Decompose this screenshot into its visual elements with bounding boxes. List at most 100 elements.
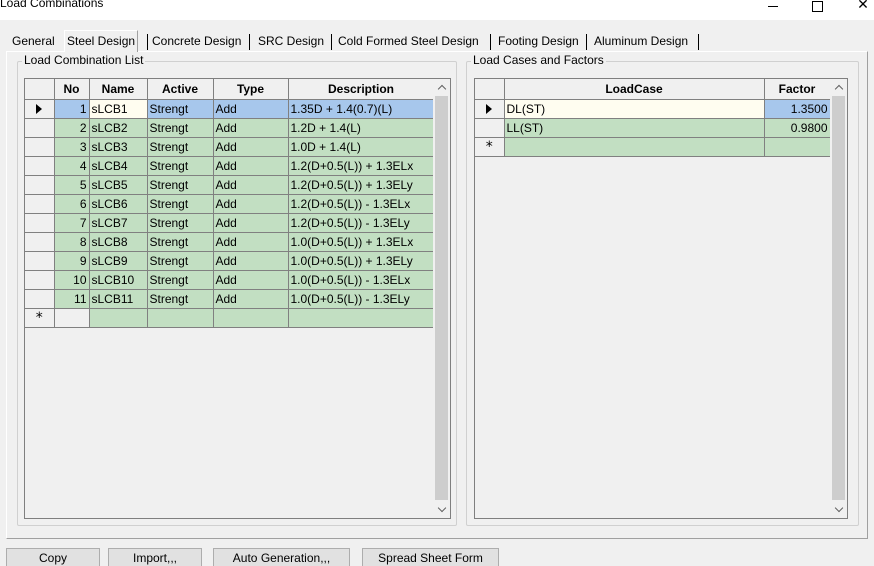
row-header[interactable] bbox=[475, 118, 505, 138]
row-header[interactable]: * bbox=[475, 137, 505, 157]
cell-type[interactable]: Add bbox=[213, 232, 289, 252]
table-row[interactable]: 11 sLCB11 Strengt Add 1.0(D+0.5(L)) - 1.3ELy bbox=[25, 289, 435, 309]
cell-type[interactable]: Add bbox=[213, 175, 289, 195]
tab-footing-design[interactable]: Footing Design bbox=[496, 32, 581, 52]
cell-type[interactable]: Add bbox=[213, 251, 289, 271]
tab-steel-design[interactable]: Steel Design bbox=[64, 30, 139, 52]
cell-no[interactable]: 5 bbox=[54, 175, 90, 195]
table-row[interactable]: 4 sLCB4 Strengt Add 1.2(D+0.5(L)) + 1.3ELx bbox=[25, 156, 435, 176]
table-row[interactable]: 8 sLCB8 Strengt Add 1.0(D+0.5(L)) + 1.3ELx bbox=[25, 232, 435, 252]
cell-active[interactable]: Strengt bbox=[147, 232, 214, 252]
copy-button[interactable]: Copy bbox=[6, 548, 100, 566]
tab-general[interactable]: General bbox=[10, 32, 57, 52]
row-header[interactable] bbox=[25, 289, 55, 309]
row-header[interactable] bbox=[25, 175, 55, 195]
empty-cell[interactable] bbox=[504, 137, 765, 157]
row-header[interactable]: * bbox=[25, 308, 55, 328]
cell-active[interactable]: Strengt bbox=[147, 213, 214, 233]
cell-no[interactable]: 6 bbox=[54, 194, 90, 214]
cell-type[interactable]: Add bbox=[213, 118, 289, 138]
cell-description[interactable]: 1.0(D+0.5(L)) + 1.3ELy bbox=[288, 251, 435, 271]
table-row[interactable]: 3 sLCB3 Strengt Add 1.0D + 1.4(L) bbox=[25, 137, 435, 157]
cell-no[interactable]: 7 bbox=[54, 213, 90, 233]
cell-no[interactable]: 10 bbox=[54, 270, 90, 290]
new-row[interactable]: * bbox=[25, 308, 435, 328]
row-header[interactable] bbox=[25, 251, 55, 271]
cell-loadcase[interactable]: LL(ST) bbox=[504, 118, 765, 138]
cell-active[interactable]: Strengt bbox=[147, 118, 214, 138]
cell-no[interactable]: 1 bbox=[54, 99, 90, 119]
close-icon[interactable]: ✕ bbox=[848, 0, 874, 14]
row-header[interactable] bbox=[475, 99, 505, 119]
row-header[interactable] bbox=[25, 156, 55, 176]
scroll-thumb[interactable] bbox=[832, 96, 845, 500]
cell-description[interactable]: 1.2(D+0.5(L)) + 1.3ELy bbox=[288, 175, 435, 195]
cell-description[interactable]: 1.0(D+0.5(L)) - 1.3ELy bbox=[288, 289, 435, 309]
table-row[interactable]: DL(ST) 1.3500 bbox=[475, 99, 831, 119]
cell-active[interactable]: Strengt bbox=[147, 99, 214, 119]
cell-factor[interactable]: 0.9800 bbox=[764, 118, 831, 138]
cell-name[interactable]: sLCB4 bbox=[89, 156, 148, 176]
cell-active[interactable]: Strengt bbox=[147, 194, 214, 214]
column-header-description[interactable]: Description bbox=[288, 79, 435, 100]
new-row[interactable]: * bbox=[475, 137, 831, 157]
table-row[interactable]: 7 sLCB7 Strengt Add 1.2(D+0.5(L)) - 1.3ELy bbox=[25, 213, 435, 233]
table-row[interactable]: 10 sLCB10 Strengt Add 1.0(D+0.5(L)) - 1.3ELx bbox=[25, 270, 435, 290]
row-header[interactable] bbox=[25, 118, 55, 138]
cell-type[interactable]: Add bbox=[213, 156, 289, 176]
auto-generation-button[interactable]: Auto Generation,,, bbox=[213, 548, 350, 566]
row-header[interactable] bbox=[25, 232, 55, 252]
cell-type[interactable]: Add bbox=[213, 270, 289, 290]
empty-cell[interactable] bbox=[288, 308, 435, 328]
cell-no[interactable]: 9 bbox=[54, 251, 90, 271]
table-row[interactable]: LL(ST) 0.9800 bbox=[475, 118, 831, 138]
cell-name[interactable]: sLCB2 bbox=[89, 118, 148, 138]
column-header-active[interactable]: Active bbox=[147, 79, 214, 100]
tab-src-design[interactable]: SRC Design bbox=[256, 32, 326, 52]
cell-active[interactable]: Strengt bbox=[147, 289, 214, 309]
tab-cold-formed-steel-design[interactable]: Cold Formed Steel Design bbox=[336, 32, 481, 52]
table-row[interactable]: 1 sLCB1 Strengt Add 1.35D + 1.4(0.7)(L) bbox=[25, 99, 435, 119]
load-cases-scrollbar[interactable] bbox=[830, 79, 847, 518]
cell-name[interactable]: sLCB10 bbox=[89, 270, 148, 290]
cell-description[interactable]: 1.0(D+0.5(L)) + 1.3ELx bbox=[288, 232, 435, 252]
cell-no[interactable]: 8 bbox=[54, 232, 90, 252]
row-header[interactable] bbox=[25, 194, 55, 214]
cell-type[interactable]: Add bbox=[213, 99, 289, 119]
column-header-name[interactable]: Name bbox=[89, 79, 148, 100]
cell-description[interactable]: 1.35D + 1.4(0.7)(L) bbox=[288, 99, 435, 119]
column-header-type[interactable]: Type bbox=[213, 79, 289, 100]
maximize-icon[interactable] bbox=[802, 0, 832, 14]
row-header[interactable] bbox=[25, 270, 55, 290]
table-row[interactable]: 2 sLCB2 Strengt Add 1.2D + 1.4(L) bbox=[25, 118, 435, 138]
cell-type[interactable]: Add bbox=[213, 213, 289, 233]
empty-cell[interactable] bbox=[89, 308, 148, 328]
cell-no[interactable]: 2 bbox=[54, 118, 90, 138]
table-row[interactable]: 5 sLCB5 Strengt Add 1.2(D+0.5(L)) + 1.3ELy bbox=[25, 175, 435, 195]
cell-loadcase[interactable]: DL(ST) bbox=[504, 99, 765, 119]
cell-description[interactable]: 1.2(D+0.5(L)) - 1.3ELx bbox=[288, 194, 435, 214]
tab-concrete-design[interactable]: Concrete Design bbox=[150, 32, 243, 52]
cell-description[interactable]: 1.0(D+0.5(L)) - 1.3ELx bbox=[288, 270, 435, 290]
row-header[interactable] bbox=[25, 137, 55, 157]
import-button[interactable]: Import,,, bbox=[108, 548, 202, 566]
cell-name[interactable]: sLCB3 bbox=[89, 137, 148, 157]
cell-no[interactable]: 3 bbox=[54, 137, 90, 157]
table-row[interactable]: 9 sLCB9 Strengt Add 1.0(D+0.5(L)) + 1.3ELy bbox=[25, 251, 435, 271]
cell-description[interactable]: 1.2D + 1.4(L) bbox=[288, 118, 435, 138]
cell-name[interactable]: sLCB5 bbox=[89, 175, 148, 195]
table-row[interactable]: 6 sLCB6 Strengt Add 1.2(D+0.5(L)) - 1.3ELx bbox=[25, 194, 435, 214]
column-header-factor[interactable]: Factor bbox=[764, 79, 831, 100]
column-header-no[interactable]: No bbox=[54, 79, 90, 100]
load-cases-grid[interactable]: LoadCase Factor DL(ST) 1.3500 LL(ST) 0.9800… bbox=[474, 78, 848, 519]
cell-type[interactable]: Add bbox=[213, 289, 289, 309]
cell-active[interactable]: Strengt bbox=[147, 137, 214, 157]
empty-cell[interactable] bbox=[147, 308, 214, 328]
row-header[interactable] bbox=[25, 213, 55, 233]
cell-no[interactable]: 4 bbox=[54, 156, 90, 176]
scroll-thumb[interactable] bbox=[435, 96, 448, 500]
cell-active[interactable]: Strengt bbox=[147, 251, 214, 271]
cell-description[interactable]: 1.0D + 1.4(L) bbox=[288, 137, 435, 157]
cell-type[interactable]: Add bbox=[213, 137, 289, 157]
combination-list-scrollbar[interactable] bbox=[433, 79, 450, 518]
